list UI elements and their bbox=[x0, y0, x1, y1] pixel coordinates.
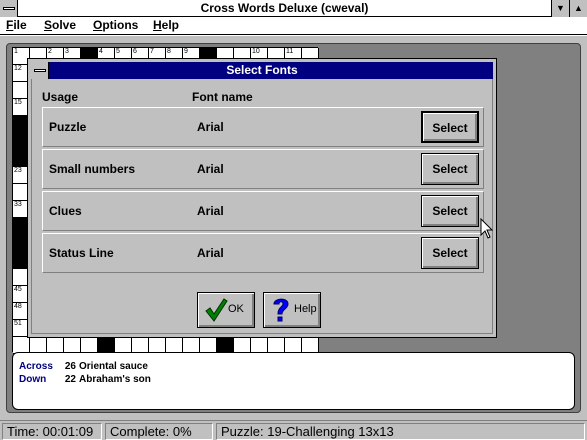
column-font-header: Font name bbox=[192, 90, 253, 104]
clue-number: 51 bbox=[14, 320, 22, 327]
window-title: Cross Words Deluxe (cweval) bbox=[200, 1, 369, 15]
question-mark-icon bbox=[273, 298, 289, 322]
menu-solve[interactable]: Solve bbox=[44, 17, 76, 34]
font-name: Arial bbox=[197, 204, 224, 218]
clue-number: 10 bbox=[252, 48, 260, 55]
usage-label: Small numbers bbox=[49, 162, 136, 176]
clue-number: 48 bbox=[14, 303, 22, 310]
usage-label: Status Line bbox=[49, 246, 114, 260]
font-row-small-numbers: Small numbers Arial Select bbox=[42, 149, 484, 189]
clue-number: 33 bbox=[14, 201, 22, 208]
status-bar: Time: 00:01:09 Complete: 0% Puzzle: 19-C… bbox=[0, 420, 587, 440]
status-complete: Complete: 0% bbox=[105, 423, 213, 440]
select-clues-font-button[interactable]: Select bbox=[421, 195, 479, 227]
usage-label: Puzzle bbox=[49, 120, 87, 134]
across-number: 26 bbox=[64, 361, 76, 372]
font-row-puzzle: Puzzle Arial Select bbox=[42, 107, 484, 147]
column-usage-header: Usage bbox=[42, 90, 79, 104]
menu-options[interactable]: Options bbox=[93, 17, 138, 34]
select-puzzle-font-button[interactable]: Select bbox=[421, 111, 479, 143]
across-text: Oriental sauce bbox=[79, 361, 148, 372]
clue-number: 2 bbox=[48, 48, 52, 55]
font-row-clues: Clues Arial Select bbox=[42, 191, 484, 231]
down-text: Abraham's son bbox=[79, 374, 151, 385]
clue-number: 7 bbox=[150, 48, 154, 55]
checkmark-icon bbox=[205, 298, 228, 322]
font-name: Arial bbox=[197, 246, 224, 260]
down-label: Down bbox=[19, 374, 47, 385]
select-fonts-dialog: Select Fonts Usage Font name Puzzle Aria… bbox=[27, 58, 497, 338]
status-puzzle: Puzzle: 19-Challenging 13x13 bbox=[216, 423, 585, 440]
across-label: Across bbox=[19, 361, 53, 372]
clue-number: 12 bbox=[14, 65, 22, 72]
clue-number: 9 bbox=[184, 48, 188, 55]
clues-panel: Across 26 Oriental sauce Down 22 Abraham… bbox=[12, 352, 575, 410]
select-status-line-font-button[interactable]: Select bbox=[421, 237, 479, 269]
clue-number: 11 bbox=[286, 48, 294, 55]
menu-bar: File Solve Options Help bbox=[0, 17, 587, 35]
ok-label: OK bbox=[228, 303, 244, 315]
menu-help[interactable]: Help bbox=[153, 17, 179, 34]
maximize-button[interactable]: ▲ bbox=[569, 0, 587, 17]
dialog-title: Select Fonts bbox=[31, 62, 493, 79]
ok-button[interactable]: OK bbox=[197, 292, 255, 328]
clue-number: 5 bbox=[116, 48, 120, 55]
menu-file[interactable]: File bbox=[6, 17, 27, 34]
clue-number: 15 bbox=[14, 99, 22, 106]
system-menu-icon[interactable] bbox=[0, 0, 18, 17]
minimize-button[interactable]: ▼ bbox=[551, 0, 569, 17]
down-number: 22 bbox=[64, 374, 76, 385]
help-button[interactable]: Help bbox=[263, 292, 321, 328]
clue-number: 4 bbox=[99, 48, 103, 55]
usage-label: Clues bbox=[49, 204, 82, 218]
font-name: Arial bbox=[197, 120, 224, 134]
clue-number: 6 bbox=[133, 48, 137, 55]
clue-number: 1 bbox=[14, 48, 18, 55]
clue-number: 8 bbox=[167, 48, 171, 55]
clue-number: 23 bbox=[14, 167, 22, 174]
font-name: Arial bbox=[197, 162, 224, 176]
status-time: Time: 00:01:09 bbox=[2, 423, 102, 440]
clue-number: 3 bbox=[65, 48, 69, 55]
font-row-status-line: Status Line Arial Select bbox=[42, 233, 484, 273]
title-bar: Cross Words Deluxe (cweval) ▼ ▲ bbox=[0, 0, 587, 17]
clue-number: 45 bbox=[14, 286, 22, 293]
help-label: Help bbox=[294, 303, 317, 315]
select-small-numbers-font-button[interactable]: Select bbox=[421, 153, 479, 185]
dialog-system-menu-icon[interactable] bbox=[31, 62, 49, 79]
mouse-pointer-icon bbox=[480, 218, 494, 239]
